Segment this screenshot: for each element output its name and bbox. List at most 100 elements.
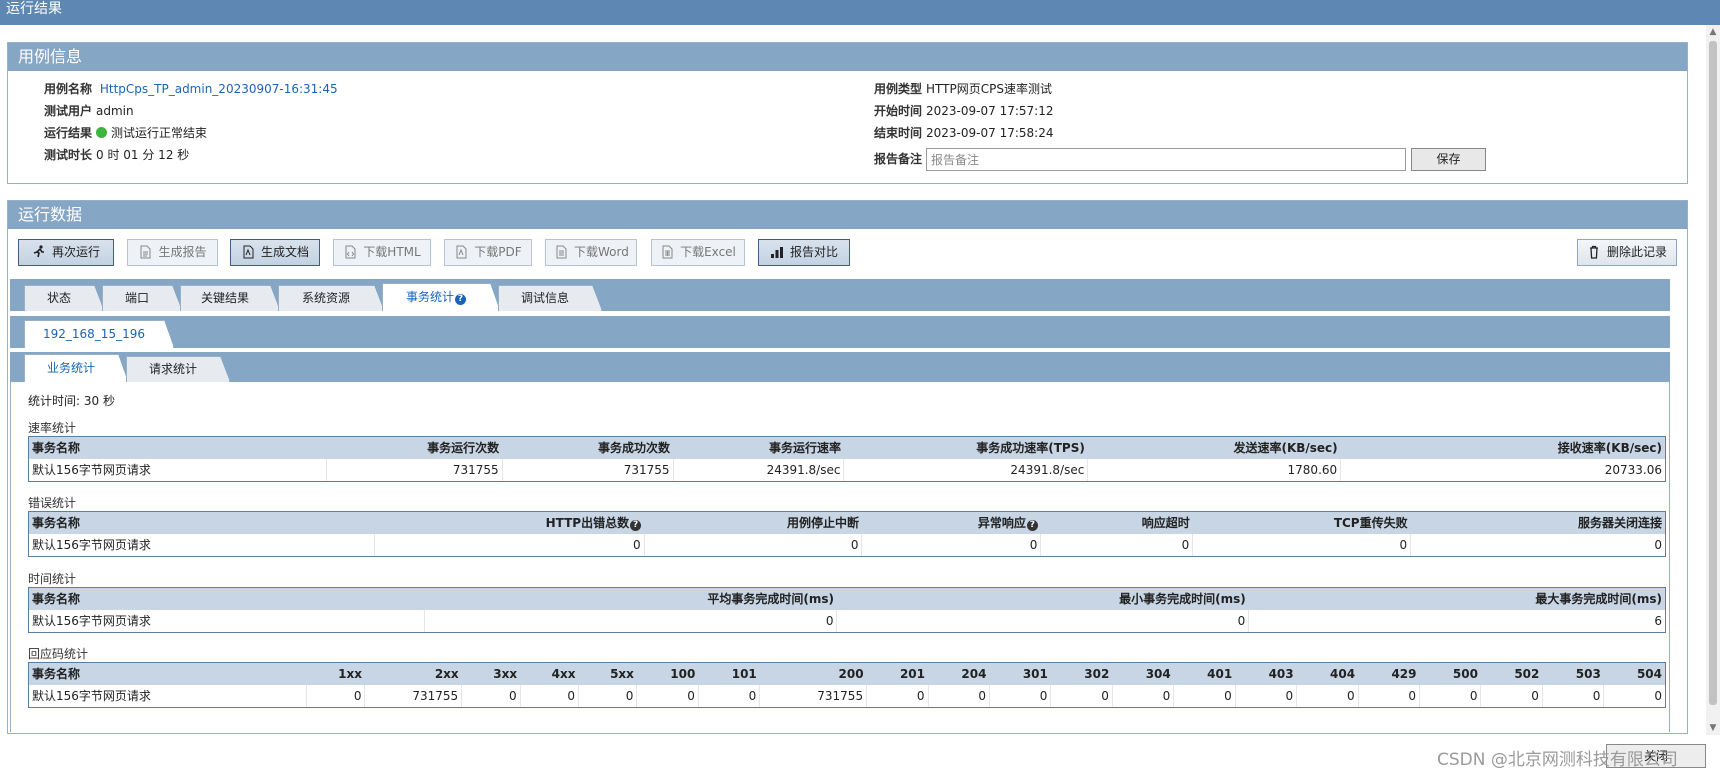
- tab-business-stats[interactable]: 业务统计: [24, 354, 128, 382]
- code-stats-table: 事务名称 1xx 2xx 3xx 4xx 5xx 100 101 200 201 204 301 302…: [28, 662, 1666, 708]
- table-cell: 731755: [364, 684, 463, 708]
- scroll-up-icon[interactable]: ▲: [1706, 25, 1720, 39]
- case-info-title: 用例信息: [8, 43, 1687, 71]
- table-cell: 0: [698, 684, 761, 708]
- column-header: 504: [1603, 662, 1666, 685]
- download-html-button[interactable]: 下载HTML: [333, 239, 431, 266]
- time-stats-title: 时间统计: [28, 572, 77, 586]
- column-header: 平均事务完成时间(ms): [424, 587, 837, 610]
- table-cell: 0: [836, 609, 1250, 633]
- table-cell: 0: [1419, 684, 1482, 708]
- download-word-button[interactable]: 下载Word: [545, 239, 637, 266]
- run-result-row: 运行结果 测试运行正常结束: [44, 126, 208, 140]
- tab-port[interactable]: 端口: [102, 285, 182, 311]
- test-user-row: 测试用户 admin: [44, 104, 134, 118]
- tab-key-results[interactable]: 关键结果: [180, 285, 280, 311]
- column-header: 401: [1173, 662, 1236, 685]
- scroll-down-icon[interactable]: ▼: [1706, 721, 1720, 735]
- column-header: 204: [928, 662, 990, 685]
- code-stats-title: 回应码统计: [28, 647, 89, 661]
- trash-icon: [1589, 245, 1598, 259]
- table-cell: 0: [1542, 684, 1605, 708]
- scrollbar-thumb[interactable]: [1709, 41, 1717, 705]
- table-cell: 0: [989, 684, 1052, 708]
- table-cell: 731755: [759, 684, 868, 708]
- pdf-document-icon: [243, 245, 254, 259]
- compare-report-button[interactable]: 报告对比: [758, 239, 850, 266]
- excel-file-icon: [662, 245, 673, 259]
- column-header: 200: [759, 662, 867, 685]
- table-cell: 0: [1603, 684, 1666, 708]
- rerun-button[interactable]: 再次运行: [18, 239, 114, 266]
- transaction-name-cell: 默认156字节网页请求: [28, 533, 375, 557]
- column-header: 301: [989, 662, 1051, 685]
- table-cell: 0: [1296, 684, 1359, 708]
- table-cell: 0: [374, 533, 645, 557]
- help-icon[interactable]: ?: [630, 520, 642, 532]
- stat-time: 统计时间: 30 秒: [28, 394, 115, 408]
- tab-debug-info[interactable]: 调试信息: [498, 285, 602, 311]
- case-name-row: 用例名称 HttpCps_TP_admin_20230907-16:31:45: [44, 82, 338, 96]
- table-cell: 0: [1480, 684, 1543, 708]
- case-type-row: 用例类型 HTTP网页CPS速率测试: [874, 82, 1052, 96]
- column-header: 5xx: [578, 662, 637, 685]
- tab-transaction-stats[interactable]: 事务统计?: [382, 283, 500, 311]
- rate-stats-title: 速率统计: [28, 421, 77, 435]
- word-file-icon: [556, 245, 567, 259]
- save-button[interactable]: 保存: [1411, 148, 1486, 171]
- table-cell: 0: [424, 609, 838, 633]
- column-header: 事务成功速率(TPS): [843, 436, 1088, 459]
- column-header: 事务运行速率: [673, 436, 844, 459]
- vertical-scrollbar[interactable]: ▲ ▼: [1706, 25, 1720, 735]
- table-cell: 0: [636, 684, 699, 708]
- case-name-link[interactable]: HttpCps_TP_admin_20230907-16:31:45: [100, 82, 338, 96]
- table-cell: 6: [1248, 609, 1666, 633]
- column-header: 503: [1542, 662, 1604, 685]
- column-header: 4xx: [520, 662, 579, 685]
- tab-host[interactable]: 192_168_15_196: [24, 320, 174, 348]
- column-header: 发送速率(KB/sec): [1087, 436, 1341, 459]
- download-pdf-button[interactable]: 下载PDF: [444, 239, 532, 266]
- generate-doc-button[interactable]: 生成文档: [230, 239, 320, 266]
- table-cell: 0: [1235, 684, 1298, 708]
- column-header: 502: [1480, 662, 1543, 685]
- help-icon[interactable]: ?: [1026, 520, 1038, 532]
- download-excel-button[interactable]: 下载Excel: [651, 239, 745, 266]
- column-header: 404: [1296, 662, 1359, 685]
- table-cell: 0: [461, 684, 521, 708]
- table-cell: 0: [1192, 533, 1412, 557]
- delete-record-button[interactable]: 删除此记录: [1577, 239, 1677, 266]
- column-header: 101: [698, 662, 760, 685]
- table-cell: 0: [306, 684, 366, 708]
- column-header: 接收速率(KB/sec): [1340, 436, 1666, 459]
- tab-status[interactable]: 状态: [24, 285, 104, 311]
- table-cell: 0: [1173, 684, 1236, 708]
- column-header: 事务名称: [28, 511, 375, 534]
- report-note-input[interactable]: [926, 148, 1406, 171]
- report-note-label: 报告备注: [874, 152, 923, 166]
- column-header: 3xx: [461, 662, 521, 685]
- table-cell: 0: [1410, 533, 1666, 557]
- start-time-row: 开始时间 2023-09-07 17:57:12: [874, 104, 1054, 118]
- column-header: 201: [866, 662, 929, 685]
- column-header: HTTP出错总数?: [374, 511, 645, 534]
- generate-report-button[interactable]: 生成报告: [127, 239, 218, 266]
- table-row: 默认156字节网页请求 0 0 6: [28, 609, 1666, 633]
- tab-request-stats[interactable]: 请求统计: [126, 356, 230, 382]
- table-cell: 0: [1050, 684, 1113, 708]
- transaction-name-cell: 默认156字节网页请求: [28, 458, 327, 482]
- bar-chart-icon: [770, 247, 783, 258]
- sub-tab-bar: 业务统计 请求统计: [10, 352, 1670, 382]
- status-ok-icon: [96, 127, 108, 138]
- column-header: 事务名称: [28, 587, 425, 610]
- running-person-icon: [33, 245, 44, 258]
- end-time-row: 结束时间 2023-09-07 17:58:24: [874, 126, 1054, 140]
- table-cell: 0: [520, 684, 580, 708]
- column-header: 500: [1419, 662, 1481, 685]
- tab-system-resources[interactable]: 系统资源: [278, 285, 384, 311]
- main-tab-bar: 状态 端口 关键结果 系统资源 事务统计? 调试信息: [10, 279, 1670, 311]
- transaction-name-cell: 默认156字节网页请求: [28, 609, 425, 633]
- column-header: TCP重传失败: [1192, 511, 1411, 534]
- help-icon[interactable]: ?: [455, 294, 466, 305]
- table-cell: 0: [861, 533, 1042, 557]
